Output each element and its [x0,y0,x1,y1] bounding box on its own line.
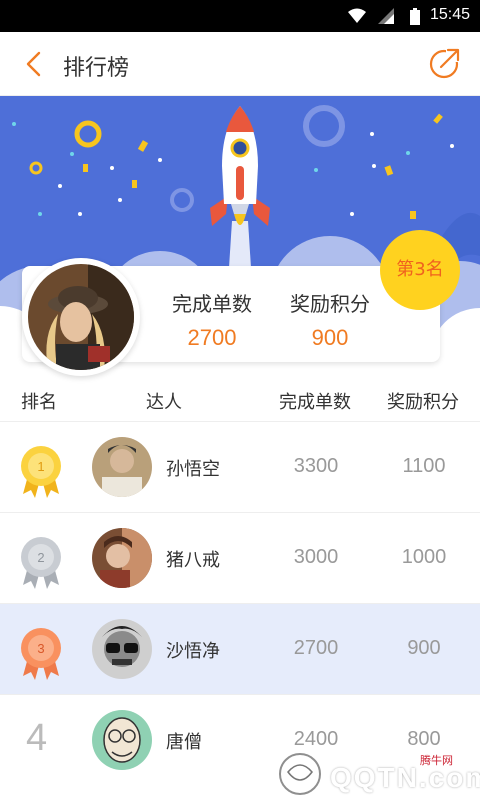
avatar[interactable] [92,619,152,679]
avatar[interactable] [92,528,152,588]
medal-rank-label: 2 [37,550,44,565]
page-title: 排行榜 [63,56,130,81]
points-count: 1000 [401,546,447,568]
my-avatar[interactable] [22,258,140,376]
ranking-table-header: 排名 达人 完成单数 奖励积分 [0,378,480,422]
my-rank-badge: 第3名 [380,230,460,310]
avatar-photo-icon [92,528,152,588]
expert-name: 猪八戒 [166,550,220,571]
silver-medal-icon: 2 [21,537,61,589]
my-points-label: 奖励积分 [290,292,370,316]
watermark-brand: QQTN.com [330,762,480,793]
app-bar: 排行榜 [0,32,480,96]
my-points-stat: 奖励积分 900 [286,288,374,351]
my-orders-label: 完成单数 [172,292,252,316]
column-header-points: 奖励积分 [387,392,459,413]
my-orders-value: 2700 [187,325,237,350]
avatar-photo-icon [92,710,152,770]
medal-rank-label: 1 [37,459,44,474]
my-orders-stat: 完成单数 2700 [168,288,256,351]
battery-icon [410,8,420,25]
rank-number: 4 [26,717,48,759]
bronze-medal-icon: 3 [21,628,61,680]
back-arrow-icon[interactable] [22,50,50,78]
avatar-photo-icon [92,619,152,679]
ranking-row-2[interactable]: 2 猪八戒 3000 1000 [0,513,480,604]
expert-name: 孙悟空 [166,459,220,480]
status-bar: 15:45 [0,0,480,32]
ranking-row-1[interactable]: 1 孙悟空 3300 1100 [0,422,480,513]
column-header-orders: 完成单数 [279,392,351,413]
avatar[interactable] [92,710,152,770]
column-header-rank: 排名 [21,392,57,413]
ranking-row-3[interactable]: 3 沙悟净 2700 900 [0,604,480,695]
cellular-signal-icon [378,8,394,24]
points-count: 1100 [402,455,446,477]
orders-count: 2700 [293,637,339,659]
orders-count: 3300 [293,455,339,477]
status-time: 15:45 [429,6,470,23]
share-icon[interactable] [428,46,462,80]
column-header-expert: 达人 [146,392,182,413]
expert-name: 唐僧 [166,732,202,753]
avatar-photo-icon [28,264,134,370]
wifi-icon [348,8,366,23]
medal-rank-label: 3 [37,641,44,656]
points-count: 900 [407,637,441,659]
my-points-value: 900 [311,325,349,350]
avatar[interactable] [92,437,152,497]
expert-name: 沙悟净 [166,641,220,662]
gold-medal-icon: 1 [21,446,61,498]
orders-count: 3000 [293,546,339,568]
avatar-photo-icon [92,437,152,497]
